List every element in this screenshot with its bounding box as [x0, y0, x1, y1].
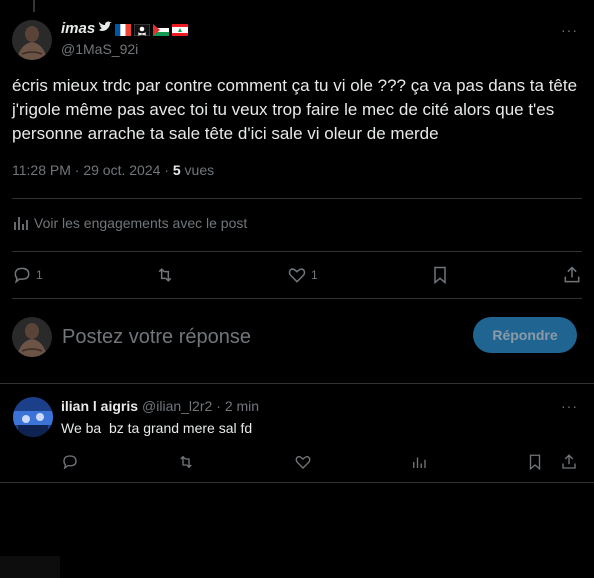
reply-handle[interactable]: @ilian_l2r2 [142, 397, 212, 415]
views-label: vues [180, 162, 215, 178]
reply-time[interactable]: · 2 min [216, 397, 259, 415]
bookmark-icon[interactable] [526, 453, 544, 471]
view-engagements-link[interactable]: Voir les engagements avec le post [12, 214, 247, 232]
lebanon-flag-icon [172, 23, 189, 36]
reply-input[interactable]: Postez votre réponse [62, 326, 251, 349]
share-icon [564, 266, 580, 283]
like-button[interactable]: 1 [287, 265, 318, 285]
more-options-icon[interactable]: ··· [561, 22, 578, 38]
divider [12, 251, 582, 252]
post-header: imas @1MaS_92i ··· [12, 20, 582, 62]
france-flag-icon [115, 23, 132, 36]
handle[interactable]: @1MaS_92i [61, 39, 188, 59]
reply-icon[interactable] [61, 453, 79, 471]
post-actions: 1 1 [12, 262, 582, 288]
post-meta: 11:28 PM · 29 oct. 2024 · 5 vues [12, 162, 214, 178]
repost-icon[interactable] [177, 453, 195, 471]
bird-icon [98, 20, 113, 38]
heart-icon[interactable] [294, 453, 312, 471]
reply-display-name[interactable]: ilian l aigris [61, 397, 138, 415]
reply-button[interactable]: 1 [12, 265, 43, 285]
reply-actions [61, 452, 578, 472]
reply-text: We ba bz ta grand mere sal fd [61, 420, 253, 436]
palestine-flag-icon [153, 23, 170, 36]
reply-avatar[interactable] [13, 397, 53, 437]
reply-composer: Postez votre réponse Répondre [12, 316, 582, 358]
like-count: 1 [311, 268, 318, 282]
divider [0, 482, 594, 483]
bookmark-icon [434, 266, 446, 285]
share-button[interactable] [562, 265, 582, 285]
repost-button[interactable] [155, 265, 175, 285]
repost-icon [158, 268, 172, 282]
reply-header: ilian l aigris @ilian_l2r2 · 2 min [61, 397, 259, 415]
bottom-corner-block [0, 556, 60, 578]
more-options-icon[interactable]: ··· [561, 398, 578, 414]
pirate-flag-icon [133, 23, 151, 37]
reply-item[interactable]: ilian l aigris @ilian_l2r2 · 2 min ··· W… [0, 384, 594, 482]
composer-avatar[interactable] [12, 317, 52, 357]
reply-count: 1 [36, 268, 43, 282]
views-count: 5 [172, 162, 181, 178]
post-timestamp[interactable]: 11:28 PM · 29 oct. 2024 · [12, 162, 173, 178]
reply-submit-button[interactable]: Répondre [473, 317, 577, 353]
heart-icon [288, 268, 306, 283]
avatar[interactable] [12, 20, 52, 60]
divider [12, 298, 582, 299]
reply-icon [14, 267, 30, 284]
analytics-icon [14, 217, 28, 230]
reply-actions-right [526, 453, 578, 471]
display-name[interactable]: imas [61, 20, 189, 38]
post-text: écris mieux trdc par contre comment ça t… [12, 76, 578, 143]
bookmark-button[interactable] [430, 265, 450, 285]
divider [12, 198, 582, 199]
engagements-label: Voir les engagements avec le post [34, 215, 248, 231]
analytics-icon[interactable] [410, 453, 428, 471]
share-icon[interactable] [560, 453, 578, 471]
thread-line [33, 0, 35, 12]
